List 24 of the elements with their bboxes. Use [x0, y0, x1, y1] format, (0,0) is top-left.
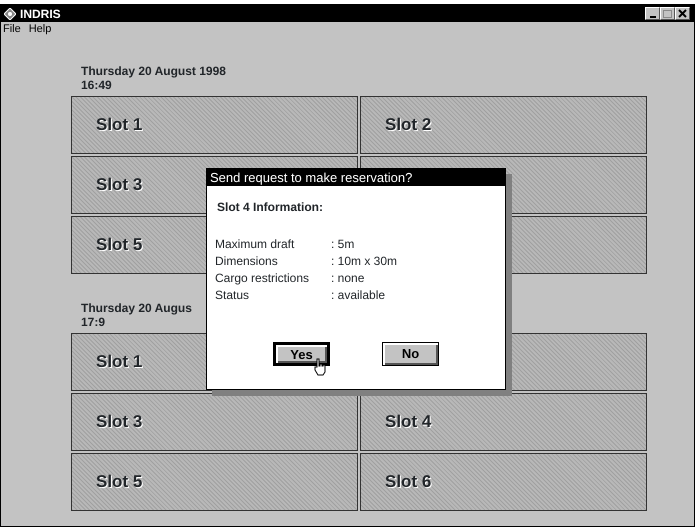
- field-label: Dimensions: [215, 253, 279, 270]
- field-label: Status: [215, 287, 250, 304]
- slot-label: Slot 5: [96, 234, 142, 256]
- field-value: : 5m: [331, 236, 354, 253]
- slot-label: Slot 1: [96, 114, 142, 136]
- field-label: Cargo restrictions: [215, 270, 310, 287]
- slot-label: Slot 4: [385, 411, 432, 434]
- window-title: INDRIS: [20, 6, 61, 22]
- slot-label: Slot 1: [96, 351, 142, 374]
- date-label: Thursday 20 Augus: [81, 301, 192, 315]
- slot-label: Slot 2: [385, 114, 432, 136]
- field-label: Maximum draft: [215, 236, 296, 253]
- slot-label: Slot 3: [96, 411, 142, 434]
- date-label: Thursday 20 August 1998: [81, 64, 226, 78]
- field-value: : 10m x 30m: [331, 253, 398, 270]
- slot-label: Slot 5: [96, 471, 142, 494]
- dialog-heading: Slot 4 Information:: [217, 199, 324, 216]
- field-value: : available: [331, 287, 386, 304]
- time-label: 16:49: [81, 78, 112, 92]
- slot-label: Slot 6: [385, 471, 432, 494]
- time-label: 17:9: [81, 315, 106, 329]
- dialog-title: Send request to make reservation?: [207, 169, 505, 186]
- field-value: : none: [331, 270, 364, 287]
- slot-label: Slot 3: [96, 174, 142, 196]
